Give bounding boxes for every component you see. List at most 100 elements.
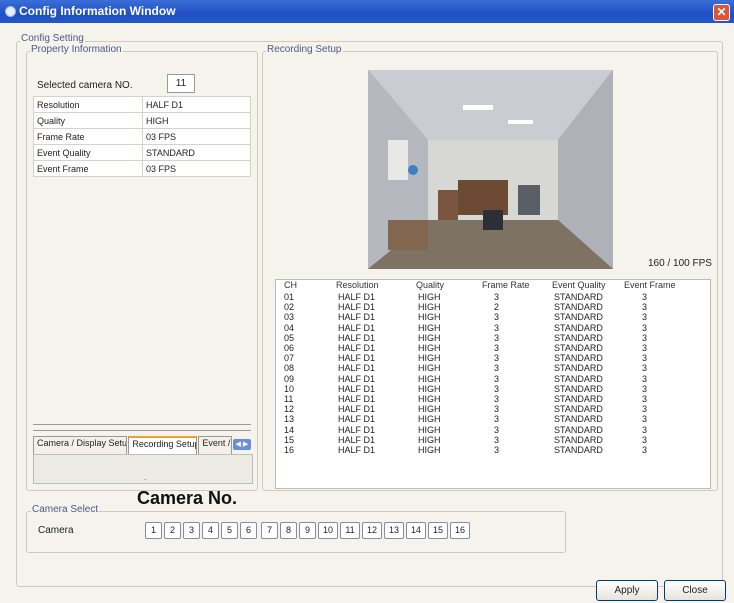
cell-quality: HIGH [418,445,441,455]
app-icon [5,6,16,17]
cell-frame-rate: 3 [494,404,500,415]
apply-button[interactable]: Apply [596,580,658,601]
cell-resolution: HALF D1 [338,343,376,353]
cell-quality: HIGH [418,383,441,394]
close-button[interactable]: Close [664,580,726,601]
cell-event-quality: STANDARD [554,394,603,404]
camera-button-13[interactable]: 13 [384,522,404,539]
property-key: Quality [33,112,143,129]
camera-button-2[interactable]: 2 [164,522,181,539]
setup-tabs: Camera / Display Setup Recording Setup E… [33,436,251,455]
close-window-button[interactable]: ✕ [713,4,730,21]
cell-event-quality: STANDARD [554,312,603,323]
cell-quality: HIGH [418,363,441,374]
table-row[interactable]: 03 HALF D1 HIGH 3 STANDARD 3 [276,312,710,322]
window-title: Config Information Window [19,4,176,18]
tab-recording-setup[interactable]: Recording Setup [128,436,198,455]
table-row[interactable]: 08 HALF D1 HIGH 3 STANDARD 3 [276,363,710,373]
cell-quality: HIGH [418,343,441,353]
cell-resolution: HALF D1 [338,302,376,313]
cell-frame-rate: 3 [494,414,500,425]
cell-ch: 12 [284,404,295,415]
property-row: Resolution HALF D1 [33,96,251,113]
camera-button-6[interactable]: 6 [240,522,257,539]
cell-event-quality: STANDARD [554,332,603,343]
property-value: HALF D1 [142,96,251,113]
cell-frame-rate: 3 [494,373,500,384]
camera-button-7[interactable]: 7 [261,522,278,539]
tab-camera-display-setup[interactable]: Camera / Display Setup [33,436,128,454]
recording-list[interactable]: 01 HALF D1 HIGH 3 STANDARD 3 02 HALF D1 HIGH 2 STA… [275,291,711,489]
cell-resolution: HALF D1 [338,292,376,302]
tab-scroll-arrows-icon[interactable]: ◀ ▶ [232,439,251,450]
camera-button-5[interactable]: 5 [221,522,238,539]
cell-frame-rate: 3 [494,292,500,302]
camera-button-11[interactable]: 11 [340,522,360,539]
camera-button-1[interactable]: 1 [145,522,162,539]
table-row[interactable]: 05 HALF D1 HIGH 3 STANDARD 3 [276,333,710,343]
cell-frame-rate: 3 [494,363,500,374]
property-key: Event Frame [33,160,143,177]
config-setting-label: Config Setting [20,33,85,44]
camera-button-9[interactable]: 9 [299,522,316,539]
table-row[interactable]: 07 HALF D1 HIGH 3 STANDARD 3 [276,353,710,363]
cell-event-quality: STANDARD [554,383,603,394]
cell-ch: 14 [284,424,295,435]
cell-resolution: HALF D1 [338,322,376,333]
cell-event-quality: STANDARD [554,292,603,302]
camera-button-4[interactable]: 4 [202,522,219,539]
camera-button-14[interactable]: 14 [406,522,426,539]
cell-quality: HIGH [418,353,441,364]
camera-button-10[interactable]: 10 [318,522,338,539]
tab-event-motion[interactable]: Event / Mo [198,436,232,454]
column-header-event-quality[interactable]: Event Quality [552,280,606,290]
cell-resolution: HALF D1 [338,373,376,384]
column-header-resolution[interactable]: Resolution [336,280,379,290]
camera-button-3[interactable]: 3 [183,522,200,539]
cell-event-frame: 3 [642,343,648,353]
table-row[interactable]: 01 HALF D1 HIGH 3 STANDARD 3 [276,292,710,302]
property-row: Quality HIGH [33,112,251,129]
cell-quality: HIGH [418,312,441,323]
property-value: 03 FPS [142,128,251,145]
table-row[interactable]: 12 HALF D1 HIGH 3 STANDARD 3 [276,404,710,414]
property-value: STANDARD [142,144,251,161]
table-row[interactable]: 13 HALF D1 HIGH 3 STANDARD 3 [276,414,710,424]
table-row[interactable]: 11 HALF D1 HIGH 3 STANDARD 3 [276,394,710,404]
cell-resolution: HALF D1 [338,383,376,394]
cell-ch: 10 [284,383,295,394]
column-header-quality[interactable]: Quality [416,280,444,290]
cell-quality: HIGH [418,424,441,435]
table-row[interactable]: 06 HALF D1 HIGH 3 STANDARD 3 [276,343,710,353]
table-row[interactable]: 09 HALF D1 HIGH 3 STANDARD 3 [276,374,710,384]
cell-ch: 04 [284,322,295,333]
cell-frame-rate: 3 [494,332,500,343]
column-header-ch[interactable]: CH [284,280,297,290]
camera-button-16[interactable]: 16 [450,522,470,539]
camera-button-8[interactable]: 8 [280,522,297,539]
cell-quality: HIGH [418,414,441,425]
table-row[interactable]: 15 HALF D1 HIGH 3 STANDARD 3 [276,435,710,445]
cell-ch: 08 [284,363,295,374]
cell-ch: 01 [284,292,295,302]
cell-ch: 03 [284,312,295,323]
cell-event-frame: 3 [642,424,648,435]
camera-button-12[interactable]: 12 [362,522,382,539]
table-row[interactable]: 10 HALF D1 HIGH 3 STANDARD 3 [276,384,710,394]
cell-resolution: HALF D1 [338,332,376,343]
cell-frame-rate: 3 [494,424,500,435]
table-row[interactable]: 02 HALF D1 HIGH 2 STANDARD 3 [276,302,710,312]
selected-camera-value: 11 [167,74,195,93]
column-header-frame-rate[interactable]: Frame Rate [482,280,530,290]
camera-button-15[interactable]: 15 [428,522,448,539]
table-row[interactable]: 16 HALF D1 HIGH 3 STANDARD 3 [276,445,710,455]
cell-resolution: HALF D1 [338,434,376,445]
camera-preview-image [368,70,613,269]
cell-quality: HIGH [418,332,441,343]
table-row[interactable]: 14 HALF D1 HIGH 3 STANDARD 3 [276,425,710,435]
table-row[interactable]: 04 HALF D1 HIGH 3 STANDARD 3 [276,323,710,333]
cell-resolution: HALF D1 [338,404,376,415]
camera-preview [368,70,613,269]
column-header-event-frame[interactable]: Event Frame [624,280,676,290]
cell-ch: 09 [284,373,295,384]
